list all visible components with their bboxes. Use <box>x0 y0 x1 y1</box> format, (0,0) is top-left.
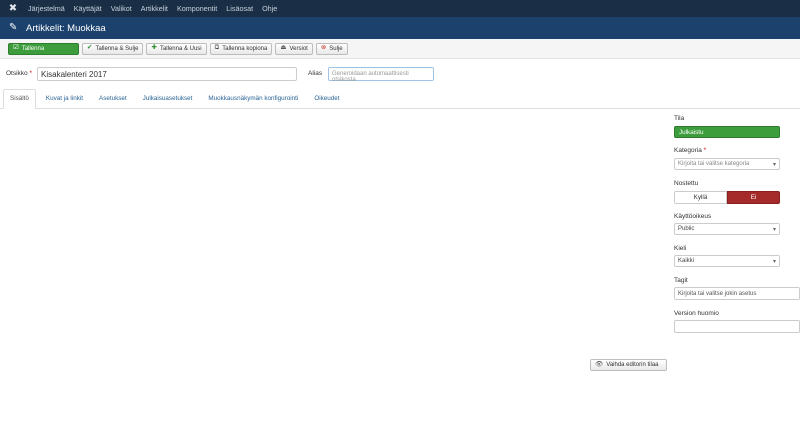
status-label: Tila <box>674 115 685 122</box>
save-new-button-label: Tallenna & Uusi <box>159 45 202 52</box>
tags-label: Tagit <box>674 277 688 284</box>
tab-publishing[interactable]: Julkaisuasetukset <box>137 90 199 108</box>
title-alias-row: Otsikko * Kisakalenteri 2017 Alias Gener… <box>0 64 800 84</box>
featured-toggle: Kyllä Ei <box>674 191 780 204</box>
check-icon: ✔ <box>87 44 93 52</box>
title-label: Otsikko * <box>6 70 32 77</box>
nav-item-system[interactable]: Järjestelmä <box>28 4 65 13</box>
save-copy-button-label: Tallenna kopiona <box>222 45 268 52</box>
category-select[interactable]: Kirjoita tai valitse kategoria ▾ <box>674 158 780 170</box>
save-new-button[interactable]: ✚ Tallenna & Uusi <box>146 42 207 55</box>
versions-button[interactable]: ⏏ Versiot <box>275 42 313 55</box>
language-select-value: Kaikki <box>678 258 695 264</box>
copy-icon: ⧉ <box>214 44 220 52</box>
nav-item-extensions[interactable]: Lisäosat <box>226 4 253 13</box>
toolbar: ☑ Tallenna ✔ Tallenna & Sulje ✚ Tallenna… <box>0 39 800 59</box>
close-button[interactable]: ⊗ Sulje <box>315 42 348 55</box>
caret-down-icon: ▾ <box>772 227 776 233</box>
language-label: Kieli <box>674 245 687 252</box>
tab-images-links[interactable]: Kuvat ja linkit <box>40 90 89 108</box>
alias-label: Alias <box>308 70 323 77</box>
save-close-button-label: Tallenna & Sulje <box>95 45 139 52</box>
close-icon: ⊗ <box>320 44 327 52</box>
save-button-label: Tallenna <box>21 45 45 52</box>
nav-item-help[interactable]: Ohje <box>262 4 277 13</box>
tab-editing-layout[interactable]: Muokkausnäkymän konfigurointi <box>202 90 304 108</box>
toggle-editor-button-label: Vaihda editorin tilaa <box>606 362 659 368</box>
close-button-label: Sulje <box>329 45 343 52</box>
category-select-value: Kirjoita tai valitse kategoria <box>678 161 750 167</box>
page-title: Artikkelit: Muokkaa <box>26 22 106 34</box>
nav-item-articles[interactable]: Artikkelit <box>141 4 168 13</box>
edit-tabs: Sisältö Kuvat ja linkit Asetukset Julkai… <box>0 89 800 109</box>
featured-no-button[interactable]: Ei <box>727 191 780 204</box>
category-label-text: Kategoria <box>674 147 702 154</box>
save-close-button[interactable]: ✔ Tallenna & Sulje <box>82 42 144 55</box>
access-label: Käyttöoikeus <box>674 213 712 220</box>
required-marker: * <box>703 147 707 154</box>
save-copy-button[interactable]: ⧉ Tallenna kopiona <box>209 42 273 55</box>
versions-button-label: Versiot <box>289 45 308 52</box>
alias-input[interactable]: Generoidaan automaattisesti otsikosta <box>328 67 434 83</box>
featured-label: Nostettu <box>674 180 699 187</box>
page-header: ✎ Artikkelit: Muokkaa <box>0 17 800 39</box>
access-select-value: Public <box>678 226 695 232</box>
save-button[interactable]: ☑ Tallenna <box>8 42 79 55</box>
plus-icon: ✚ <box>151 44 157 52</box>
eye-icon: 👁 <box>595 360 604 368</box>
tab-options[interactable]: Asetukset <box>93 90 133 108</box>
access-select[interactable]: Public ▾ <box>674 223 780 235</box>
archive-icon: ⏏ <box>280 44 287 52</box>
tags-input[interactable]: Kirjoita tai valitse jokin asetus <box>674 287 800 300</box>
caret-down-icon: ▾ <box>772 162 776 168</box>
joomla-logo-icon[interactable]: ✖ <box>6 2 20 16</box>
toggle-editor-button[interactable]: 👁 Vaihda editorin tilaa <box>590 359 667 371</box>
nav-item-users[interactable]: Käyttäjät <box>74 4 102 13</box>
status-select[interactable]: Julkaistu <box>674 126 780 138</box>
featured-yes-button[interactable]: Kyllä <box>674 191 727 204</box>
required-marker: * <box>29 70 33 77</box>
version-note-input[interactable] <box>674 320 800 333</box>
caret-down-icon: ▾ <box>772 259 776 265</box>
category-label: Kategoria * <box>674 147 706 154</box>
title-input[interactable]: Kisakalenteri 2017 <box>37 67 297 81</box>
save-icon: ☑ <box>13 44 19 52</box>
pencil-icon: ✎ <box>9 22 18 33</box>
nav-item-components[interactable]: Komponentit <box>177 4 217 13</box>
tab-content[interactable]: Sisältö <box>3 89 36 109</box>
language-select[interactable]: Kaikki ▾ <box>674 255 780 267</box>
top-navigation-bar: ✖ Järjestelmä Käyttäjät Valikot Artikkel… <box>0 0 800 17</box>
tab-permissions[interactable]: Oikeudet <box>308 90 345 108</box>
version-note-label: Version huomio <box>674 310 719 317</box>
title-label-text: Otsikko <box>6 70 28 77</box>
nav-item-menus[interactable]: Valikot <box>111 4 132 13</box>
